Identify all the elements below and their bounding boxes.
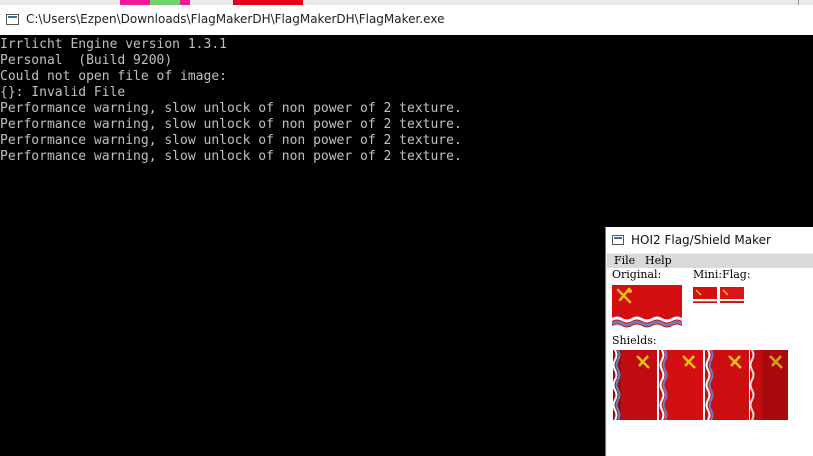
flag-maker-titlebar[interactable]: HOI2 Flag/Shield Maker <box>606 227 813 253</box>
shield-image <box>613 350 657 420</box>
console-line: Performance warning, slow unlock of non … <box>0 149 462 164</box>
console-app-icon[interactable] <box>6 14 19 25</box>
menu-bar: File Help <box>607 254 813 268</box>
console-titlebar[interactable]: C:\Users\Ezpen\Downloads\FlagMakerDH\Fla… <box>0 5 813 35</box>
console-line: Personal (Build 9200) <box>0 53 173 68</box>
console-line: Could not open file of image: <box>0 69 227 84</box>
menu-file[interactable]: File <box>614 254 635 268</box>
console-line: Performance warning, slow unlock of non … <box>0 117 462 132</box>
console-window-title: C:\Users\Ezpen\Downloads\FlagMakerDH\Fla… <box>26 12 445 26</box>
original-label: Original: <box>612 268 662 281</box>
mini-flag-label: Mini:Flag: <box>693 268 751 281</box>
shields-label: Shields: <box>612 334 657 347</box>
flag-maker-app-icon[interactable] <box>612 235 624 245</box>
flag-image-small <box>720 287 744 303</box>
shield-image <box>750 350 788 420</box>
mini-flag-image <box>693 287 717 303</box>
console-line: {}: Invalid File <box>0 85 126 100</box>
flag-maker-window: HOI2 Flag/Shield Maker File Help Origina… <box>605 227 813 456</box>
console-output: Irrlicht Engine version 1.3.1 Personal (… <box>0 37 462 165</box>
shield-image <box>705 350 749 420</box>
console-line: Irrlicht Engine version 1.3.1 <box>0 37 227 52</box>
flag-maker-window-title: HOI2 Flag/Shield Maker <box>631 233 771 247</box>
console-line: Performance warning, slow unlock of non … <box>0 101 462 116</box>
flag-preview-area: Original: Mini:Flag: Shields: <box>607 268 813 456</box>
console-line: Performance warning, slow unlock of non … <box>0 133 462 148</box>
shield-image <box>659 350 703 420</box>
menu-help[interactable]: Help <box>645 254 672 268</box>
original-flag-image <box>612 285 682 328</box>
